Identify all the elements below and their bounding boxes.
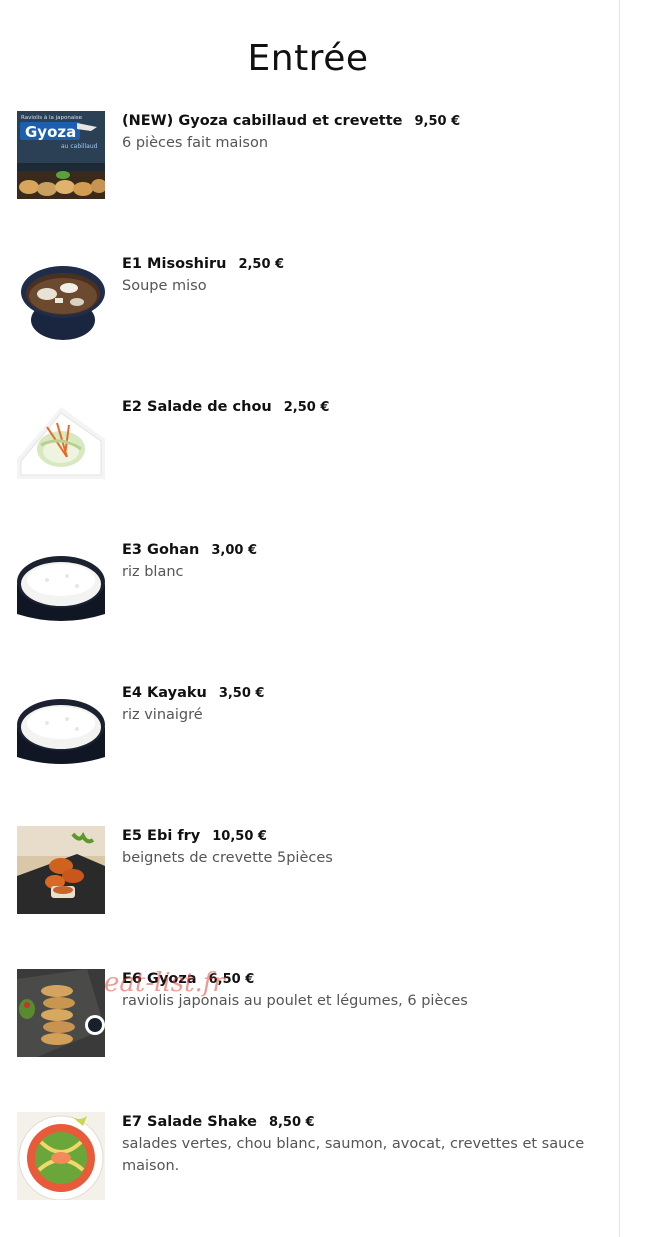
item-description: 6 pièces fait maison: [122, 135, 269, 151]
item-price: 2,50 €: [283, 400, 330, 415]
item-name: E4 Kayaku: [122, 685, 207, 701]
menu-item[interactable]: E3 Gohan 3,00 € riz blanc: [17, 540, 607, 640]
svg-text:Raviolis à la japonaise: Raviolis à la japonaise: [21, 114, 83, 121]
item-description: raviolis japonais au poulet et légumes, …: [122, 993, 468, 1009]
item-price: 3,50 €: [218, 686, 265, 701]
salmon-salad-image: [17, 1112, 105, 1200]
menu-item[interactable]: Raviolis à la japonaise Gyoza au cabilla…: [17, 111, 607, 211]
cabbage-salad-image: [17, 397, 105, 485]
section-heading: Entrée: [247, 38, 369, 79]
menu-item[interactable]: E1 Misoshiru 2,50 € Soupe miso: [17, 254, 607, 354]
item-price: 8,50 €: [268, 1115, 315, 1130]
menu-item[interactable]: E4 Kayaku 3,50 € riz vinaigré: [17, 683, 607, 783]
item-title-line: E5 Ebi fry 10,50 €: [122, 826, 607, 847]
item-name: E1 Misoshiru: [122, 256, 227, 272]
menu-item[interactable]: E2 Salade de chou 2,50 €: [17, 397, 607, 497]
rice-bowl-image: [17, 683, 105, 771]
item-title-line: E3 Gohan 3,00 €: [122, 540, 607, 561]
item-description: beignets de crevette 5pièces: [122, 850, 333, 866]
rice-bowl-image: [17, 540, 105, 628]
miso-soup-image: [17, 254, 105, 342]
fried-shrimp-image: [17, 826, 105, 914]
item-title-line: E7 Salade Shake 8,50 €: [122, 1112, 607, 1133]
svg-text:au cabillaud: au cabillaud: [61, 143, 98, 150]
item-description: Soupe miso: [122, 278, 207, 294]
item-price: 6,50 €: [208, 972, 255, 987]
item-name: E2 Salade de chou: [122, 399, 272, 415]
item-name: E5 Ebi fry: [122, 828, 201, 844]
item-title-line: E4 Kayaku 3,50 €: [122, 683, 607, 704]
item-title-line: (NEW) Gyoza cabillaud et crevette 9,50 €: [122, 111, 607, 132]
page-right-border: [619, 0, 620, 1237]
item-title-line: E1 Misoshiru 2,50 €: [122, 254, 607, 275]
svg-text:Gyoza: Gyoza: [25, 123, 76, 141]
item-price: 9,50 €: [414, 114, 461, 129]
menu-item[interactable]: E5 Ebi fry 10,50 € beignets de crevette 5…: [17, 826, 607, 926]
item-name: (NEW) Gyoza cabillaud et crevette: [122, 113, 403, 129]
menu-item[interactable]: E6 Gyoza 6,50 € raviolis japonais au poul…: [17, 969, 607, 1069]
item-price: 3,00 €: [211, 543, 257, 558]
item-description: riz vinaigré: [122, 707, 203, 723]
gyoza-plate-image: [17, 969, 105, 1057]
gyoza-package-image: Raviolis à la japonaise Gyoza au cabilla…: [17, 111, 105, 199]
item-name: E6 Gyoza: [122, 971, 197, 987]
item-price: 10,50 €: [212, 829, 267, 844]
item-description: riz blanc: [122, 564, 184, 580]
item-name: E3 Gohan: [122, 542, 200, 558]
item-title-line: E6 Gyoza 6,50 €: [122, 969, 607, 990]
item-price: 2,50 €: [238, 257, 285, 272]
item-title-line: E2 Salade de chou 2,50 €: [122, 397, 607, 418]
item-description: salades vertes, chou blanc, saumon, avoc…: [122, 1136, 585, 1174]
item-name: E7 Salade Shake: [122, 1114, 257, 1130]
menu-item[interactable]: E7 Salade Shake 8,50 € salades vertes, ch…: [17, 1112, 607, 1212]
